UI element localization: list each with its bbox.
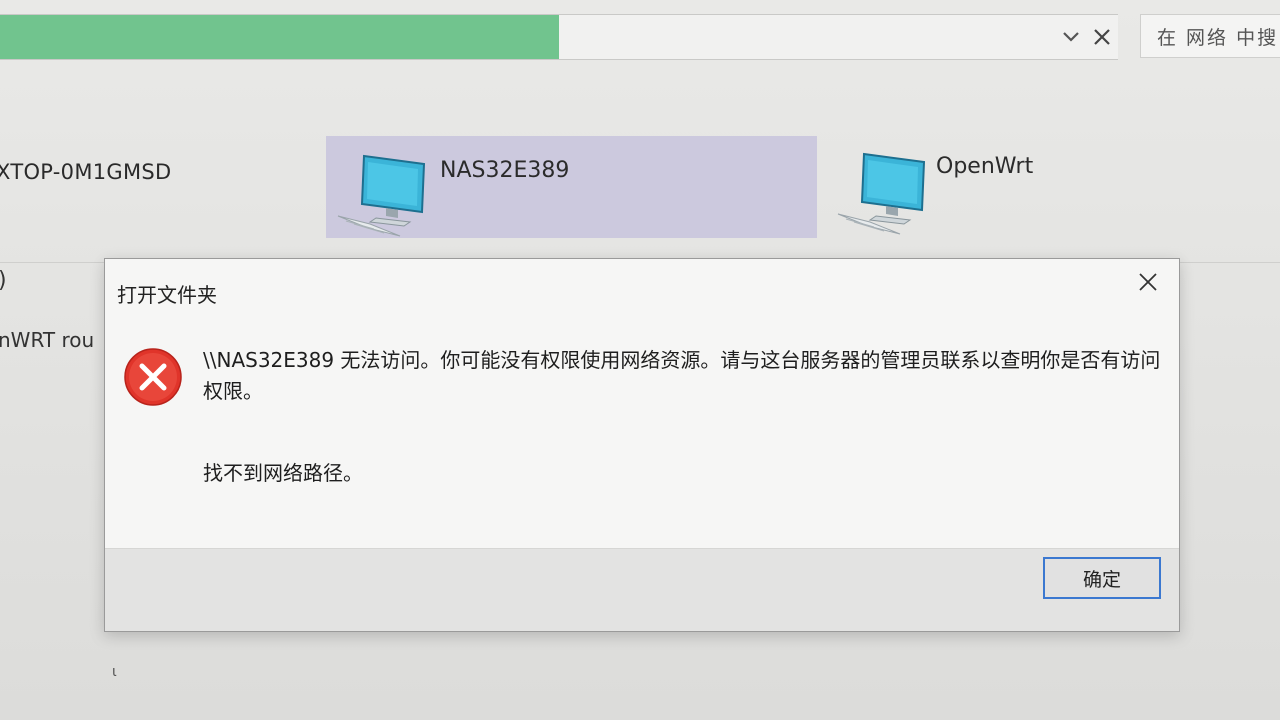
address-bar[interactable] [0, 14, 1118, 60]
ok-button[interactable]: 确定 [1043, 557, 1161, 599]
error-message: \\NAS32E389 无法访问。你可能没有权限使用网络资源。请与这台服务器的管… [203, 348, 1161, 403]
network-item-label: NAS32E389 [440, 158, 570, 183]
network-item-openwrt[interactable]: OpenWrt [836, 140, 1136, 236]
error-detail: 找不到网络路径。 [203, 461, 363, 485]
network-item-nas[interactable]: NAS32E389 [326, 136, 817, 238]
error-dialog: 打开文件夹 \\NAS32E389 无法访问。你可能没有权限使用网络资源。请与这… [104, 258, 1180, 632]
error-icon [124, 348, 182, 406]
loading-progress-bar [0, 15, 559, 59]
computer-icon [337, 154, 426, 237]
network-item-label: XTOP-0M1GMSD [0, 160, 172, 184]
search-input[interactable]: 在 网络 中搜 [1140, 14, 1280, 58]
screen-speck: ɩ [112, 664, 117, 680]
computer-icon [837, 152, 926, 235]
close-icon[interactable] [1131, 265, 1165, 299]
dialog-footer: 确定 [105, 548, 1179, 631]
device-description-fragment: nWRT rou [0, 328, 95, 352]
chevron-down-icon[interactable] [1057, 23, 1085, 51]
dialog-title: 打开文件夹 [117, 283, 217, 307]
network-item-label: OpenWrt [936, 154, 1034, 179]
close-icon[interactable] [1088, 23, 1116, 51]
network-item-desktop[interactable]: XTOP-0M1GMSD [0, 160, 172, 184]
group-header-fragment: ) [0, 268, 7, 293]
